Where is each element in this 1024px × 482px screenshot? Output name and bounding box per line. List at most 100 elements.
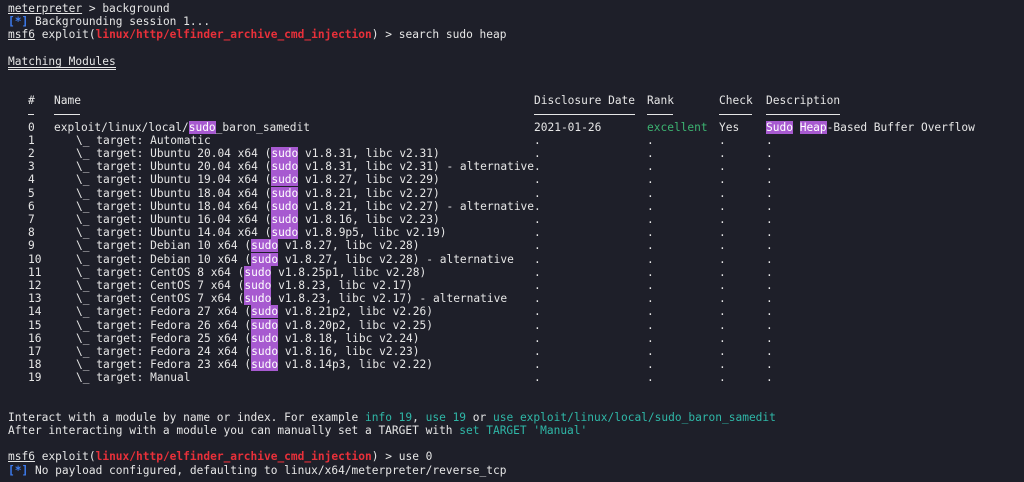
target-rank: . bbox=[647, 173, 654, 187]
search-highlight: sudo bbox=[271, 199, 299, 213]
module-date: 2021-01-26 bbox=[534, 120, 602, 134]
target-check: . bbox=[719, 292, 726, 306]
table-row[interactable]: 4 \_ target: Ubuntu 19.04 x64 (sudo v1.8.… bbox=[8, 173, 1024, 187]
table-row[interactable]: 18 \_ target: Fedora 23 x64 (sudo v1.8.14… bbox=[8, 358, 1024, 372]
target-check: . bbox=[719, 173, 726, 187]
table-row[interactable]: 8 \_ target: Ubuntu 14.04 x64 (sudo v1.8.… bbox=[8, 226, 1024, 240]
search-highlight: sudo bbox=[271, 160, 299, 174]
target-rank: . bbox=[647, 358, 654, 372]
info-19-hint[interactable]: info 19 bbox=[365, 411, 412, 424]
table-row[interactable]: 1 \_ target: Automatic.... bbox=[8, 134, 1024, 147]
target-date: . bbox=[534, 292, 541, 306]
table-row[interactable]: 14 \_ target: Fedora 27 x64 (sudo v1.8.21… bbox=[8, 305, 1024, 319]
target-name: \_ target: Ubuntu 19.04 x64 (sudo v1.8.2… bbox=[76, 173, 440, 187]
use-full-hint[interactable]: use exploit/linux/local/sudo_baron_samed… bbox=[493, 411, 776, 424]
target-name: \_ target: Fedora 27 x64 (sudo v1.8.21p2… bbox=[76, 305, 433, 319]
target-index: 10 bbox=[28, 252, 42, 266]
target-rank: . bbox=[647, 331, 654, 345]
target-description: . bbox=[766, 133, 773, 147]
set-target-hint[interactable]: set TARGET 'Manual' bbox=[459, 424, 587, 437]
header-name: Name bbox=[54, 94, 81, 108]
table-row[interactable]: 0 exploit/linux/local/sudo_baron_samedit… bbox=[8, 120, 1024, 134]
underline-num bbox=[28, 114, 34, 115]
target-description: . bbox=[766, 173, 773, 187]
target-name: \_ target: Debian 10 x64 (sudo v1.8.27, … bbox=[76, 252, 514, 266]
target-index: 6 bbox=[28, 199, 35, 213]
search-highlight: sudo bbox=[271, 226, 299, 240]
table-row[interactable]: 5 \_ target: Ubuntu 18.04 x64 (sudo v1.8.… bbox=[8, 186, 1024, 200]
target-date: . bbox=[534, 265, 541, 279]
target-index: 2 bbox=[28, 147, 35, 161]
target-rank: . bbox=[647, 213, 654, 226]
prompt-line-search: msf6 exploit(linux/http/elfinder_archive… bbox=[8, 28, 1024, 41]
target-check: . bbox=[719, 358, 726, 372]
target-rank: . bbox=[647, 265, 654, 279]
search-highlight: sudo bbox=[271, 173, 299, 187]
target-check: . bbox=[719, 226, 726, 240]
info-tag: [*] bbox=[8, 463, 29, 477]
target-name: \_ target: Ubuntu 20.04 x64 (sudo v1.8.3… bbox=[76, 147, 440, 161]
target-name: \_ target: Ubuntu 18.04 x64 (sudo v1.8.2… bbox=[76, 199, 535, 213]
header-rank: Rank bbox=[647, 94, 674, 108]
target-rank: . bbox=[647, 239, 654, 253]
table-row[interactable]: 10 \_ target: Debian 10 x64 (sudo v1.8.27… bbox=[8, 252, 1024, 266]
target-date: . bbox=[534, 305, 541, 319]
target-check: . bbox=[719, 199, 726, 213]
target-check: . bbox=[719, 265, 726, 279]
matching-modules-title-line: Matching Modules bbox=[8, 55, 1024, 70]
target-name: \_ target: Ubuntu 20.04 x64 (sudo v1.8.3… bbox=[76, 160, 535, 174]
target-rank: . bbox=[647, 186, 654, 200]
table-row[interactable]: 6 \_ target: Ubuntu 18.04 x64 (sudo v1.8.… bbox=[8, 199, 1024, 213]
target-name: \_ target: Ubuntu 18.04 x64 (sudo v1.8.2… bbox=[76, 186, 440, 200]
target-name: \_ target: Ubuntu 16.04 x64 (sudo v1.8.1… bbox=[76, 213, 440, 226]
search-highlight: sudo bbox=[244, 292, 272, 306]
target-name: \_ target: CentOS 7 x64 (sudo v1.8.23, l… bbox=[76, 292, 508, 306]
underline-name bbox=[54, 114, 80, 115]
table-row[interactable]: 17 \_ target: Fedora 24 x64 (sudo v1.8.16… bbox=[8, 344, 1024, 358]
target-index: 4 bbox=[28, 173, 35, 187]
table-row[interactable]: 13 \_ target: CentOS 7 x64 (sudo v1.8.23,… bbox=[8, 292, 1024, 306]
target-description: . bbox=[766, 226, 773, 240]
exploit-suffix: ) bbox=[371, 28, 379, 42]
target-check: . bbox=[719, 147, 726, 161]
target-description: . bbox=[766, 186, 773, 200]
table-row[interactable]: 3 \_ target: Ubuntu 20.04 x64 (sudo v1.8.… bbox=[8, 160, 1024, 174]
table-row[interactable]: 2 \_ target: Ubuntu 20.04 x64 (sudo v1.8.… bbox=[8, 147, 1024, 161]
target-description: . bbox=[766, 199, 773, 213]
module-description: Sudo Heap-Based Buffer Overflow bbox=[766, 120, 975, 134]
info-line-backgrounding: [*] Backgrounding session 1... bbox=[8, 15, 1024, 28]
target-index: 1 bbox=[28, 133, 35, 147]
target-date: . bbox=[534, 358, 541, 372]
target-rank: . bbox=[647, 344, 654, 358]
target-rank: . bbox=[647, 292, 654, 306]
target-index: 11 bbox=[28, 265, 42, 279]
table-row[interactable]: 12 \_ target: CentOS 7 x64 (sudo v1.8.23,… bbox=[8, 278, 1024, 292]
target-check: . bbox=[719, 331, 726, 345]
target-description: . bbox=[766, 147, 773, 161]
target-index: 8 bbox=[28, 226, 35, 240]
table-header-row: # Name Disclosure Date Rank Check Descri… bbox=[8, 94, 1024, 107]
target-rank: . bbox=[647, 252, 654, 266]
target-description: . bbox=[766, 265, 773, 279]
search-highlight: sudo bbox=[251, 239, 279, 253]
search-highlight: Sudo bbox=[766, 120, 793, 134]
terminal-output[interactable]: meterpreter > background [*] Backgroundi… bbox=[0, 0, 1024, 477]
help-line-2: After interacting with a module you can … bbox=[8, 424, 588, 437]
target-date: . bbox=[534, 371, 541, 385]
search-highlight: sudo bbox=[188, 120, 216, 134]
target-check: . bbox=[719, 133, 726, 147]
target-date: . bbox=[534, 160, 541, 174]
table-row[interactable]: 16 \_ target: Fedora 25 x64 (sudo v1.8.18… bbox=[8, 331, 1024, 345]
table-row[interactable]: 9 \_ target: Debian 10 x64 (sudo v1.8.27,… bbox=[8, 239, 1024, 253]
search-highlight: sudo bbox=[271, 186, 299, 200]
target-rank: . bbox=[647, 278, 654, 292]
table-row[interactable]: 19 \_ target: Manual.... bbox=[8, 371, 1024, 384]
table-row[interactable]: 15 \_ target: Fedora 26 x64 (sudo v1.8.20… bbox=[8, 318, 1024, 332]
use-19-hint[interactable]: use 19 bbox=[426, 411, 466, 424]
target-date: . bbox=[534, 173, 541, 187]
module-name[interactable]: exploit/linux/local/sudo_baron_samedit bbox=[54, 120, 310, 134]
table-row[interactable]: 7 \_ target: Ubuntu 16.04 x64 (sudo v1.8.… bbox=[8, 213, 1024, 226]
target-index: 7 bbox=[28, 213, 35, 226]
table-row[interactable]: 11 \_ target: CentOS 8 x64 (sudo v1.8.25p… bbox=[8, 265, 1024, 279]
target-name: \_ target: Fedora 26 x64 (sudo v1.8.20p2… bbox=[76, 318, 433, 332]
